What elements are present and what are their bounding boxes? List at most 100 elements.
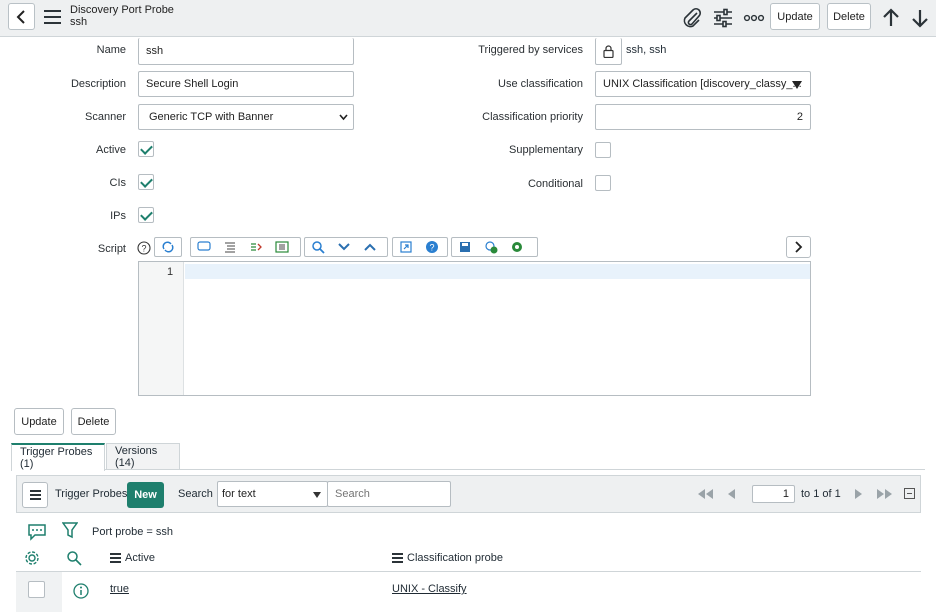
cis-checkbox[interactable]	[138, 174, 154, 190]
list-menu-icon	[29, 490, 41, 500]
description-field[interactable]: Secure Shell Login	[138, 71, 354, 97]
next-page-icon[interactable]	[853, 488, 865, 500]
lock-button[interactable]	[595, 38, 622, 65]
expand-up-icon[interactable]	[357, 238, 383, 256]
expand-toolbar-button[interactable]	[786, 236, 811, 258]
search-icon[interactable]	[66, 550, 82, 566]
collapse-list-icon[interactable]	[904, 488, 915, 499]
debug-script-icon[interactable]	[504, 238, 530, 256]
classification-priority-field[interactable]: 2	[595, 104, 811, 130]
line-number: 1	[167, 266, 174, 278]
classification-priority-label: Classification priority	[482, 111, 583, 123]
gear-icon[interactable]	[24, 550, 40, 566]
cis-label: CIs	[109, 177, 127, 189]
first-page-icon[interactable]	[694, 488, 716, 500]
caret-down-icon	[313, 492, 321, 498]
format-code-icon[interactable]	[155, 238, 181, 256]
collapse-down-icon[interactable]	[331, 238, 357, 256]
format-lines-icon[interactable]	[217, 238, 243, 256]
supplementary-checkbox[interactable]	[595, 142, 611, 158]
scanner-selected-value: Generic TCP with Banner	[149, 111, 274, 123]
ips-checkbox[interactable]	[138, 207, 154, 223]
replace-code-icon[interactable]	[269, 238, 295, 256]
name-field[interactable]: ssh	[138, 38, 354, 65]
scanner-select[interactable]: Generic TCP with Banner	[138, 104, 354, 130]
new-button[interactable]: New	[127, 482, 164, 508]
search-code-icon[interactable]	[305, 238, 331, 256]
column-header-active[interactable]: Active	[110, 552, 155, 564]
paperclip-icon[interactable]	[680, 6, 704, 30]
page-title: Discovery Port Probe	[70, 4, 174, 16]
delete-button[interactable]: Delete	[71, 408, 116, 435]
svg-text:?: ?	[141, 244, 146, 254]
supplementary-label: Supplementary	[509, 144, 583, 156]
script-toolbar-group-1	[154, 237, 182, 257]
conditional-label: Conditional	[527, 178, 583, 190]
script-toolbar-group-3	[304, 237, 388, 257]
tab-versions[interactable]: Versions (14)	[106, 443, 180, 470]
active-checkbox[interactable]	[138, 141, 154, 157]
triggered-by-label: Triggered by services	[478, 44, 583, 56]
previous-page-icon[interactable]	[725, 488, 737, 500]
active-label: Active	[96, 144, 126, 156]
insert-code-icon[interactable]	[243, 238, 269, 256]
save-icon[interactable]	[452, 238, 478, 256]
ips-label: IPs	[110, 210, 126, 222]
page-subtitle: ssh	[70, 16, 88, 28]
back-button[interactable]	[8, 3, 35, 30]
form-header: Discovery Port Probe ssh Update Delete	[0, 0, 936, 37]
row-classification-probe-link[interactable]: UNIX - Classify	[392, 583, 467, 595]
column-label: Active	[125, 552, 155, 564]
info-icon[interactable]	[73, 583, 89, 599]
validate-script-icon[interactable]	[478, 238, 504, 256]
caret-down-icon	[792, 81, 802, 89]
page-range: to 1 of 1	[801, 488, 841, 500]
filter-breadcrumb[interactable]: Port probe = ssh	[92, 526, 173, 538]
row-select-cell	[16, 572, 62, 612]
lock-icon	[603, 44, 614, 58]
column-menu-icon[interactable]	[110, 553, 121, 563]
update-button[interactable]: Update	[14, 408, 64, 435]
activity-stream-icon[interactable]	[27, 523, 47, 541]
active-line-highlight	[185, 264, 810, 279]
list-menu-button[interactable]	[22, 482, 48, 508]
filter-icon[interactable]	[62, 521, 78, 539]
table-row: true UNIX - Classify	[16, 572, 921, 612]
last-page-icon[interactable]	[874, 488, 896, 500]
settings-sliders-icon[interactable]	[711, 6, 735, 30]
arrow-down-icon[interactable]	[908, 6, 932, 30]
header-delete-button[interactable]: Delete	[827, 3, 871, 30]
row-checkbox[interactable]	[28, 581, 45, 598]
column-header-classification-probe[interactable]: Classification probe	[392, 552, 503, 564]
more-options-icon[interactable]	[742, 6, 766, 30]
page-number-input[interactable]: 1	[752, 485, 795, 503]
svg-text:?: ?	[429, 243, 434, 253]
search-input[interactable]	[327, 481, 451, 507]
search-label: Search	[178, 488, 213, 500]
column-menu-icon[interactable]	[392, 553, 403, 563]
fullscreen-icon[interactable]	[393, 238, 419, 256]
script-toolbar-group-4: ?	[392, 237, 448, 257]
script-editor[interactable]: 1	[138, 261, 811, 396]
hamburger-menu-icon[interactable]	[44, 10, 61, 24]
chevron-right-icon	[794, 241, 802, 253]
header-update-button[interactable]: Update	[770, 3, 820, 30]
column-label: Classification probe	[407, 552, 503, 564]
search-field-select[interactable]: for text	[217, 481, 328, 507]
use-classification-label: Use classification	[498, 78, 583, 90]
row-active-link[interactable]: true	[110, 583, 129, 595]
comment-icon[interactable]	[191, 238, 217, 256]
related-list-toolbar: Trigger Probes New Search for text 1 to …	[16, 475, 921, 513]
chevron-down-icon	[339, 114, 348, 121]
script-help-icon[interactable]: ?	[419, 238, 445, 256]
arrow-up-icon[interactable]	[879, 6, 903, 30]
script-label: Script	[97, 243, 126, 255]
tab-trigger-probes[interactable]: Trigger Probes (1)	[11, 443, 105, 471]
name-label: Name	[96, 44, 126, 56]
help-icon[interactable]: ?	[137, 241, 151, 255]
use-classification-select[interactable]: UNIX Classification [discovery_classy_..…	[595, 71, 811, 97]
use-classification-value: UNIX Classification [discovery_classy_..…	[603, 78, 802, 90]
scanner-label: Scanner	[85, 111, 126, 123]
search-field-value: for text	[222, 488, 256, 500]
conditional-checkbox[interactable]	[595, 175, 611, 191]
